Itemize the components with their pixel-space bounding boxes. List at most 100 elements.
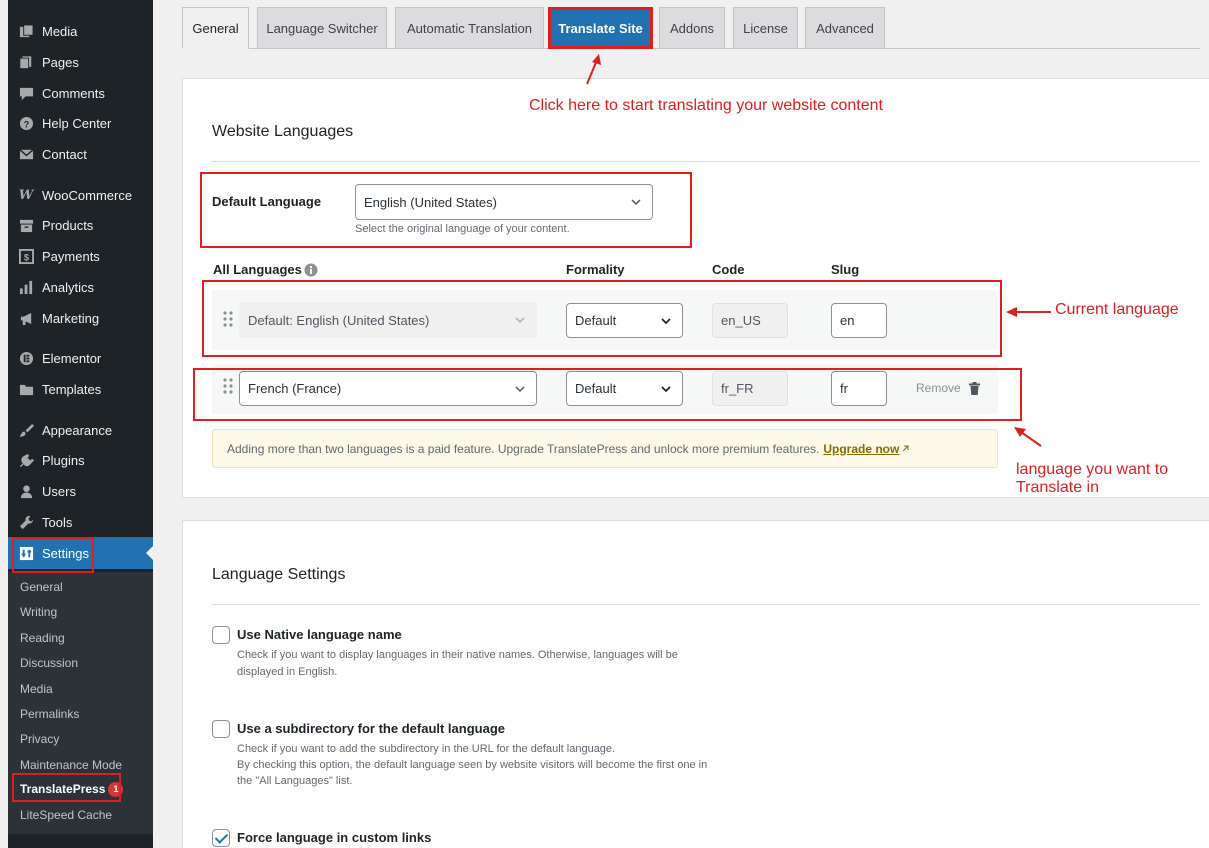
products-icon (17, 216, 35, 234)
submenu-item-maintenance-mode[interactable]: Maintenance Mode (20, 758, 122, 772)
sidebar-item-label: Analytics (42, 279, 95, 295)
notice-text: Adding more than two languages is a paid… (227, 441, 820, 456)
elementor-icon (17, 349, 35, 367)
sidebar-item-media[interactable]: Media (8, 16, 153, 46)
native-language-name-help-1: Check if you want to display languages i… (237, 649, 678, 661)
all-languages-header: All Languages (213, 262, 302, 277)
paintbrush-icon (17, 421, 35, 439)
tab-license[interactable]: License (733, 7, 798, 49)
sidebar-item-label: Elementor (42, 350, 102, 366)
website-languages-title: Website Languages (212, 123, 354, 140)
tab-translate-site[interactable]: Translate Site (548, 7, 653, 49)
code-header: Code (712, 262, 745, 277)
subdirectory-help-1: Check if you want to add the subdirector… (237, 743, 616, 755)
megaphone-icon (17, 309, 35, 327)
sidebar-item-elementor[interactable]: Elementor (8, 343, 153, 373)
admin-sidebar: Media Pages Comments ? Help Center Conta… (8, 0, 154, 848)
annotation-arrow-diagonal-icon (1014, 427, 1042, 447)
sidebar-item-label: Plugins (42, 452, 85, 468)
tab-addons[interactable]: Addons (659, 7, 725, 49)
tab-language-switcher[interactable]: Language Switcher (257, 7, 387, 49)
media-icon (17, 22, 35, 40)
sidebar-item-products[interactable]: Products (8, 210, 153, 240)
annotation-tab-hint: Click here to start translating your web… (529, 97, 883, 114)
sidebar-item-label: Help Center (42, 115, 112, 131)
slug-header: Slug (831, 262, 860, 277)
sidebar-item-label: Media (42, 23, 78, 39)
subdirectory-default-language-label: Use a subdirectory for the default langu… (237, 721, 505, 736)
submenu-item-reading[interactable]: Reading (20, 631, 65, 645)
section-divider (212, 604, 1200, 605)
sidebar-item-label: Marketing (42, 310, 100, 326)
language-settings-title: Language Settings (212, 566, 346, 583)
mail-icon (17, 145, 35, 163)
sidebar-item-users[interactable]: Users (8, 476, 153, 506)
force-language-custom-links-checkbox[interactable] (212, 829, 230, 847)
sidebar-item-analytics[interactable]: Analytics (8, 272, 153, 302)
submenu-item-media[interactable]: Media (20, 682, 53, 696)
tab-advanced[interactable]: Advanced (805, 7, 885, 49)
settings-highlight-box (12, 537, 94, 573)
info-icon[interactable] (304, 263, 318, 277)
sidebar-item-label: Tools (42, 514, 73, 530)
submenu-item-privacy[interactable]: Privacy (20, 732, 59, 746)
wrench-icon (17, 513, 35, 531)
sidebar-item-label: Users (42, 483, 76, 499)
tab-general[interactable]: General (182, 7, 249, 49)
sidebar-item-appearance[interactable]: Appearance (8, 415, 153, 445)
submenu-item-writing[interactable]: Writing (20, 605, 57, 619)
current-language-highlight-box (202, 280, 1002, 357)
sidebar-item-label: Comments (42, 85, 105, 101)
sidebar-item-label: Templates (42, 381, 102, 397)
translatepress-highlight-box (12, 773, 121, 802)
sidebar-item-templates[interactable]: Templates (8, 374, 153, 404)
native-language-name-checkbox[interactable] (212, 626, 230, 644)
pages-icon (17, 53, 35, 71)
analytics-icon (17, 278, 35, 296)
sidebar-item-pages[interactable]: Pages (8, 47, 153, 77)
sidebar-item-label: Payments (42, 248, 100, 264)
subdirectory-help-2: By checking this option, the default lan… (237, 759, 708, 771)
annotation-translate-in-line2: Translate in (1016, 479, 1099, 496)
svg-text:$: $ (23, 252, 29, 262)
external-link-icon (903, 445, 909, 451)
woocommerce-icon: W (18, 187, 34, 203)
default-language-label: Default Language (212, 194, 322, 209)
svg-text:?: ? (23, 119, 29, 129)
sidebar-item-marketing[interactable]: Marketing (8, 303, 153, 333)
subdirectory-default-language-checkbox[interactable] (212, 720, 230, 738)
submenu-item-general[interactable]: General (20, 580, 63, 594)
native-language-name-help-2: displayed in English. (237, 666, 338, 678)
annotation-current-language: Current language (1055, 301, 1179, 318)
default-language-value: English (United States) (364, 194, 497, 210)
default-language-select[interactable]: English (United States) (355, 184, 653, 220)
subdirectory-help-3: the "All Languages" list. (237, 775, 353, 787)
upgrade-notice: Adding more than two languages is a paid… (212, 429, 998, 468)
sidebar-item-plugins[interactable]: Plugins (8, 445, 153, 475)
help-icon: ? (17, 114, 35, 132)
sidebar-item-label: Products (42, 217, 94, 233)
upgrade-now-label: Upgrade now (823, 441, 900, 456)
tab-automatic-translation[interactable]: Automatic Translation (395, 7, 544, 49)
sidebar-item-tools[interactable]: Tools (8, 507, 153, 537)
users-icon (17, 482, 35, 500)
upgrade-now-link[interactable]: Upgrade now (823, 442, 899, 456)
annotation-arrow-up-icon (586, 54, 601, 85)
sidebar-item-label: Contact (42, 146, 87, 162)
formality-header: Formality (566, 262, 625, 277)
submenu-item-discussion[interactable]: Discussion (20, 656, 78, 670)
default-language-help: Select the original language of your con… (355, 223, 570, 235)
section-divider (212, 161, 1200, 162)
sidebar-item-contact[interactable]: Contact (8, 139, 153, 169)
sidebar-item-payments[interactable]: $ Payments (8, 241, 153, 271)
native-language-name-label: Use Native language name (237, 627, 402, 642)
submenu-item-litespeed-cache[interactable]: LiteSpeed Cache (20, 808, 112, 822)
sidebar-item-woocommerce[interactable]: W WooCommerce (8, 180, 153, 210)
plugin-icon (17, 451, 35, 469)
submenu-item-permalinks[interactable]: Permalinks (20, 707, 79, 721)
current-menu-arrow (146, 545, 154, 561)
sidebar-item-help-center[interactable]: ? Help Center (8, 108, 153, 138)
sidebar-item-comments[interactable]: Comments (8, 78, 153, 108)
force-language-custom-links-label: Force language in custom links (237, 830, 432, 845)
chevron-down-icon (630, 196, 642, 208)
